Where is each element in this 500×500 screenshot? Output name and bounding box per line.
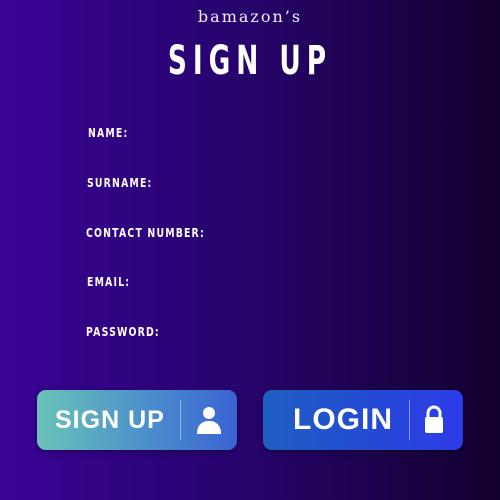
password-field-label: PASSWORD: [86, 325, 160, 339]
page-title: SIGN UP [167, 38, 333, 84]
surname-field-label: SURNAME: [87, 176, 153, 190]
lock-icon [425, 405, 443, 433]
email-field-label: EMAIL: [87, 275, 131, 289]
login-button-label: LOGIN [293, 403, 393, 436]
login-button[interactable]: LOGIN [263, 390, 463, 450]
signup-button-label: SIGN UP [55, 406, 165, 434]
signup-button-divider [180, 400, 181, 440]
signup-button[interactable]: SIGN UP [37, 390, 237, 450]
contact-number-field-label: CONTACT NUMBER: [86, 226, 205, 240]
user-icon [197, 407, 221, 434]
name-field-label: NAME: [88, 126, 129, 140]
brand-name: bamazon’s [197, 7, 303, 26]
login-button-divider [409, 400, 410, 440]
